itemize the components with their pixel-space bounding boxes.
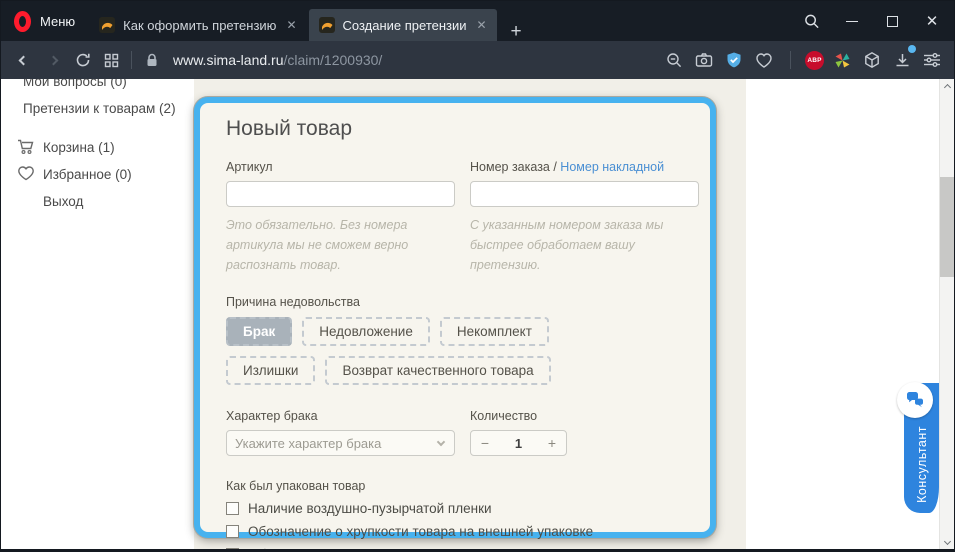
tab-close-icon[interactable]: ✕	[284, 17, 298, 33]
search-icon[interactable]	[804, 13, 820, 29]
reason-option-incomplete[interactable]: Некомплект	[440, 317, 549, 346]
scrollbar-thumb[interactable]	[940, 177, 954, 277]
adblock-plus-icon[interactable]: ABP	[805, 51, 824, 70]
chat-bubbles-icon	[897, 382, 933, 418]
bookmark-heart-icon[interactable]	[752, 48, 776, 72]
reason-label: Причина недовольства	[226, 295, 700, 309]
defect-type-select[interactable]: Укажите характер брака	[226, 430, 455, 456]
tab-strip: Как оформить претензию ✕ Создание претен…	[89, 1, 521, 41]
easy-setup-sliders-icon[interactable]	[920, 48, 944, 72]
browser-window: Меню Как оформить претензию ✕ Создание п…	[0, 0, 955, 552]
cart-icon	[17, 139, 35, 160]
reason-option-surplus[interactable]: Излишки	[226, 356, 315, 385]
reason-option-return-quality-item[interactable]: Возврат качественного товара	[325, 356, 550, 385]
panel-title: Новый товар	[226, 117, 700, 141]
site-favicon	[99, 17, 115, 33]
articul-helper-text: Это обязательно. Без номера артикула мы …	[226, 215, 455, 275]
extension-cube-icon[interactable]	[860, 48, 884, 72]
security-shield-icon[interactable]	[722, 48, 746, 72]
url-path: /claim/1200930/	[283, 52, 382, 68]
tab-close-icon[interactable]: ✕	[475, 17, 489, 33]
download-notification-dot	[908, 45, 916, 53]
minimize-button[interactable]	[844, 13, 860, 29]
opera-logo-icon[interactable]	[14, 11, 31, 32]
divider	[790, 51, 791, 69]
page-content: Мои вопросы (0) Претензии к товарам (2) …	[1, 79, 954, 549]
consultant-chat-tab[interactable]: Консультант	[904, 383, 939, 513]
packaging-section: Как был упакован товар Наличие воздушно-…	[226, 479, 700, 549]
chevron-down-icon	[437, 438, 445, 446]
sidebar-item-cart[interactable]: Корзина (1)	[43, 140, 115, 155]
downloads-icon[interactable]	[890, 48, 914, 72]
url-domain: www.sima-land.ru	[173, 52, 283, 68]
lock-icon[interactable]	[140, 48, 164, 72]
order-helper-text: С указанным номером заказа мы быстрее об…	[470, 215, 699, 275]
tab-create-claim[interactable]: Создание претензии ✕	[309, 9, 497, 41]
url-field[interactable]: www.sima-land.ru/claim/1200930/	[173, 52, 382, 68]
order-label-text: Номер заказа /	[470, 160, 560, 174]
defect-type-group: Характер брака Укажите характер брака	[226, 409, 455, 456]
checkbox-label: Обозначение о хрупкости товара на внешне…	[248, 524, 593, 539]
tab-title: Как оформить претензию	[123, 18, 276, 33]
pinwheel-extension-icon[interactable]	[830, 48, 854, 72]
reason-option-missing-item[interactable]: Недовложение	[302, 317, 430, 346]
heart-icon	[17, 165, 35, 186]
scroll-up-icon[interactable]	[940, 79, 954, 95]
addressbar: www.sima-land.ru/claim/1200930/ ABP	[1, 41, 954, 79]
quantity-group: Количество − 1 +	[470, 409, 699, 456]
sidebar-item-logout[interactable]: Выход	[43, 194, 83, 209]
scroll-down-icon[interactable]	[940, 533, 954, 549]
divider	[131, 51, 132, 69]
new-tab-button[interactable]: +	[511, 22, 522, 41]
back-icon[interactable]	[11, 48, 35, 72]
reason-options: Брак Недовложение Некомплект Излишки Воз…	[226, 317, 646, 385]
snapshot-camera-icon[interactable]	[692, 48, 716, 72]
sidebar-item-claims[interactable]: Претензии к товарам (2)	[23, 101, 176, 116]
quantity-increase-button[interactable]: +	[538, 435, 566, 451]
order-label: Номер заказа / Номер накладной	[470, 160, 699, 174]
quantity-value: 1	[499, 436, 538, 451]
packaging-label: Как был упакован товар	[226, 479, 700, 493]
packaging-option-fragile-marking[interactable]: Обозначение о хрупкости товара на внешне…	[226, 524, 700, 539]
zoom-out-icon[interactable]	[662, 48, 686, 72]
forward-icon[interactable]	[41, 48, 65, 72]
reason-option-defect[interactable]: Брак	[226, 317, 292, 346]
sidebar-item-my-questions[interactable]: Мои вопросы (0)	[23, 79, 127, 89]
tab-title: Создание претензии	[343, 18, 467, 33]
checkbox[interactable]	[226, 525, 239, 538]
consultant-label: Консультант	[904, 425, 939, 503]
tab-how-to-file-claim[interactable]: Как оформить претензию ✕	[89, 9, 308, 41]
checkbox-label: Наличие воздушно-пузырчатой пленки	[248, 501, 492, 516]
site-favicon	[319, 17, 335, 33]
vertical-scrollbar[interactable]	[939, 79, 954, 549]
quantity-label: Количество	[470, 409, 699, 423]
packaging-option-bubble-wrap[interactable]: Наличие воздушно-пузырчатой пленки	[226, 501, 700, 516]
order-field-group: Номер заказа / Номер накладной С указанн…	[470, 160, 699, 275]
defect-type-label: Характер брака	[226, 409, 455, 423]
articul-input[interactable]	[226, 181, 455, 207]
close-window-button[interactable]: ✕	[924, 13, 940, 29]
sidebar-item-favorites[interactable]: Избранное (0)	[43, 167, 132, 182]
speed-dial-icon[interactable]	[99, 48, 123, 72]
quantity-decrease-button[interactable]: −	[471, 435, 499, 451]
order-number-input[interactable]	[470, 181, 699, 207]
checkbox-label: Обрешетка	[248, 547, 319, 549]
new-item-panel: Новый товар Артикул Это обязательно. Без…	[194, 97, 716, 538]
waybill-number-link[interactable]: Номер накладной	[560, 160, 664, 174]
quantity-stepper: − 1 +	[470, 430, 567, 456]
checkbox[interactable]	[226, 502, 239, 515]
opera-menu-button[interactable]: Меню	[40, 14, 75, 29]
reload-icon[interactable]	[71, 48, 95, 72]
maximize-button[interactable]	[884, 13, 900, 29]
articul-label: Артикул	[226, 160, 455, 174]
defect-type-placeholder: Укажите характер брака	[235, 436, 381, 451]
checkbox[interactable]	[226, 548, 239, 549]
reason-section: Причина недовольства Брак Недовложение Н…	[226, 295, 700, 385]
packaging-option-crate[interactable]: Обрешетка	[226, 547, 700, 549]
toolbar-extensions: ABP	[662, 48, 954, 72]
window-controls: ✕	[804, 13, 954, 29]
articul-field-group: Артикул Это обязательно. Без номера арти…	[226, 160, 455, 275]
titlebar: Меню Как оформить претензию ✕ Создание п…	[1, 1, 954, 41]
